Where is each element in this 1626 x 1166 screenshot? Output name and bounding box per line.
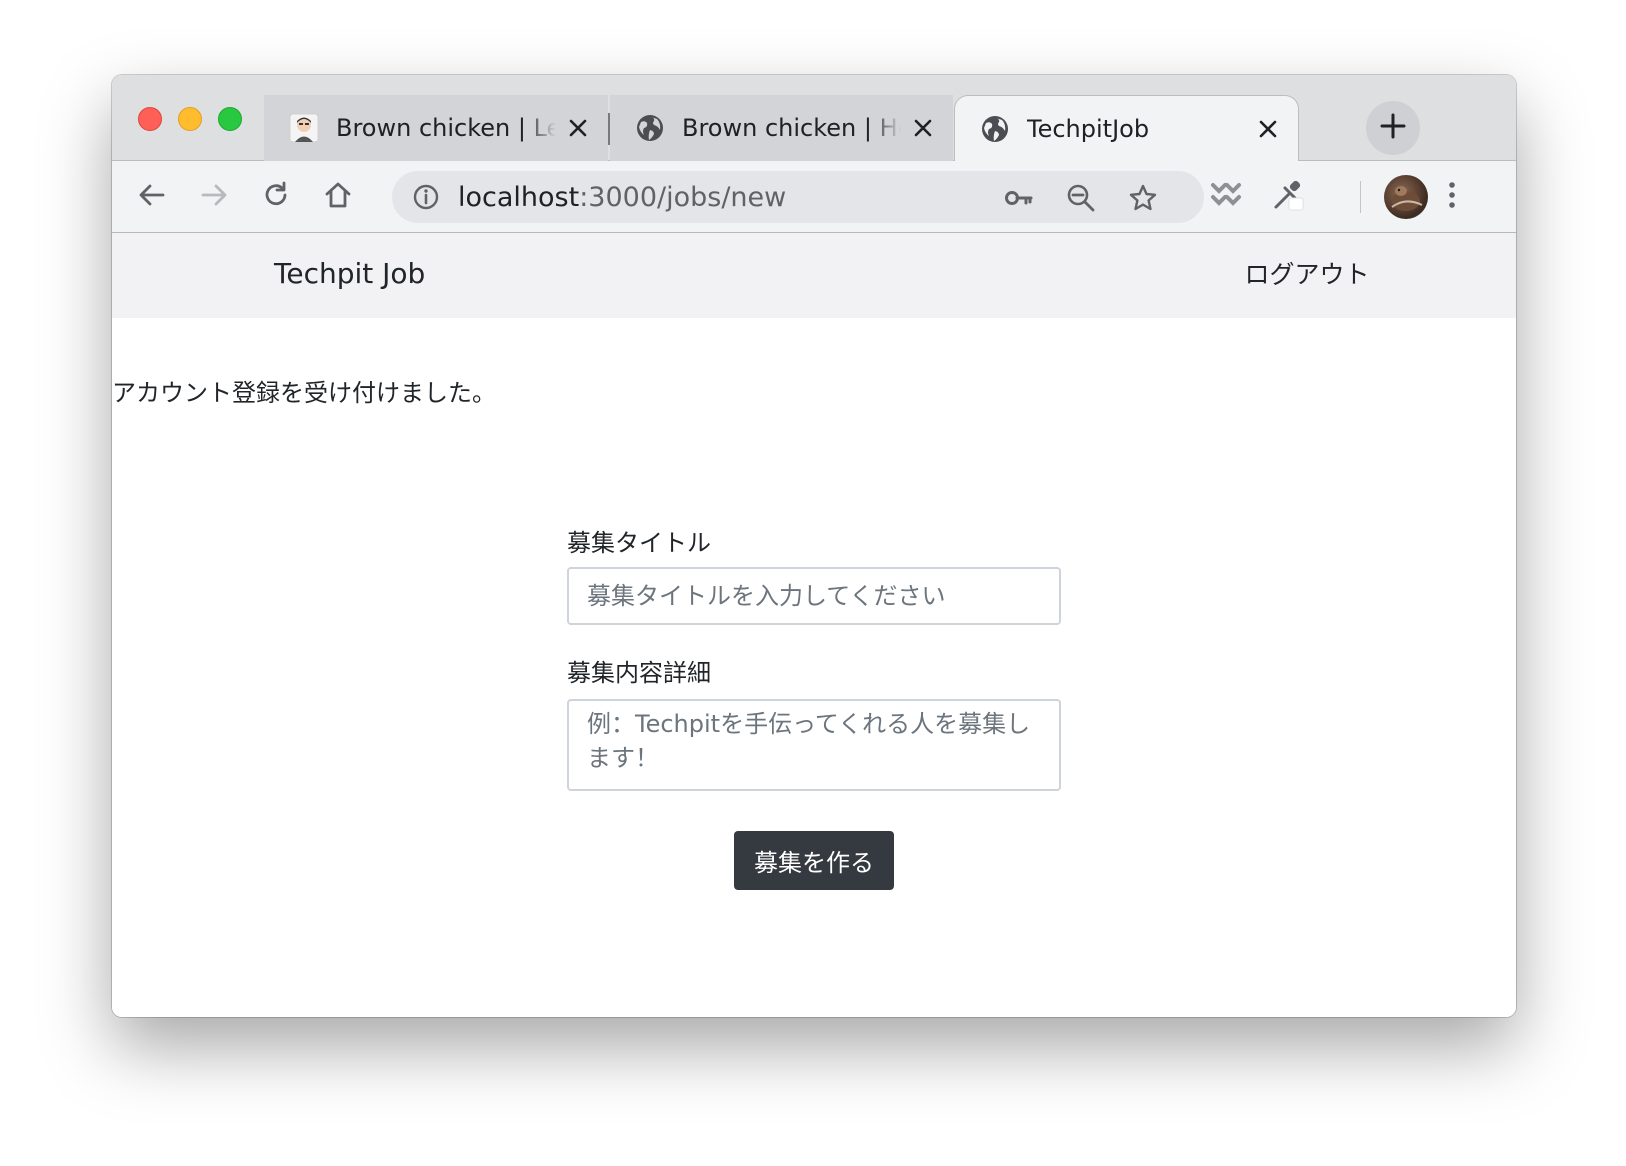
toolbar-divider bbox=[1360, 181, 1361, 213]
url-text[interactable]: localhost:3000/jobs/new bbox=[458, 182, 786, 213]
tab-title: Brown chicken | Learn bbox=[336, 114, 556, 142]
extension-icon bbox=[1210, 181, 1242, 213]
window-minimize-button[interactable] bbox=[178, 107, 202, 131]
detail-form-group: 募集内容詳細 bbox=[567, 653, 1061, 795]
browser-menu-button[interactable] bbox=[1430, 175, 1474, 219]
tab-brown-chicken-learn[interactable]: Brown chicken | Learn bbox=[264, 95, 608, 161]
globe-icon bbox=[979, 113, 1011, 145]
flash-message: アカウント登録を受け付けました。 bbox=[112, 379, 496, 407]
new-job-form: 募集タイトル 募集内容詳細 募集を作る bbox=[567, 523, 1061, 890]
tab-techpitjob[interactable]: TechpitJob bbox=[954, 95, 1299, 162]
forward-arrow-icon bbox=[199, 180, 229, 214]
close-tab-icon[interactable] bbox=[1254, 115, 1282, 143]
create-job-button[interactable]: 募集を作る bbox=[734, 831, 894, 890]
eyedropper-icon bbox=[1271, 178, 1305, 216]
tab-brown-chicken-home[interactable]: Brown chicken | Home bbox=[610, 95, 953, 161]
globe-icon bbox=[634, 112, 666, 144]
extension-button[interactable] bbox=[1204, 175, 1248, 219]
job-detail-label: 募集内容詳細 bbox=[567, 659, 711, 687]
web-page: Techpit Job ログアウト アカウント登録を受け付けました。 募集タイト… bbox=[112, 233, 1516, 1017]
tab-strip: Brown chicken | Learn Brown chicken | Ho… bbox=[112, 75, 1516, 162]
site-brand-link[interactable]: Techpit Job bbox=[274, 257, 425, 290]
reload-button[interactable] bbox=[254, 175, 298, 219]
eyedropper-button[interactable] bbox=[1266, 175, 1310, 219]
close-tab-icon[interactable] bbox=[909, 114, 937, 142]
submit-wrap: 募集を作る bbox=[567, 831, 1061, 890]
back-arrow-icon bbox=[137, 180, 167, 214]
close-tab-icon[interactable] bbox=[564, 114, 592, 142]
logout-link[interactable]: ログアウト bbox=[1232, 255, 1382, 291]
home-button[interactable] bbox=[316, 175, 360, 219]
info-icon[interactable] bbox=[412, 183, 440, 211]
url-path: :3000/jobs/new bbox=[579, 182, 787, 213]
avatar-favicon-icon bbox=[288, 112, 320, 144]
url-host: localhost bbox=[458, 182, 580, 213]
menu-dots-icon bbox=[1447, 180, 1457, 214]
plus-icon bbox=[1380, 113, 1406, 143]
title-form-group: 募集タイトル bbox=[567, 523, 1061, 625]
home-icon bbox=[323, 180, 353, 214]
key-icon[interactable] bbox=[1002, 181, 1036, 215]
tab-title: TechpitJob bbox=[1027, 115, 1150, 143]
site-navbar: Techpit Job ログアウト bbox=[112, 233, 1516, 318]
profile-avatar[interactable] bbox=[1384, 175, 1428, 219]
window-close-button[interactable] bbox=[138, 107, 162, 131]
window-maximize-button[interactable] bbox=[218, 107, 242, 131]
back-button[interactable] bbox=[130, 175, 174, 219]
reload-icon bbox=[261, 180, 291, 214]
browser-window: Brown chicken | Learn Brown chicken | Ho… bbox=[112, 75, 1516, 1017]
tab-title: Brown chicken | Home bbox=[682, 114, 901, 142]
job-title-input[interactable] bbox=[567, 567, 1061, 625]
address-bar[interactable]: localhost:3000/jobs/new bbox=[392, 171, 1204, 223]
zoom-out-icon[interactable] bbox=[1064, 181, 1098, 215]
star-icon[interactable] bbox=[1126, 181, 1160, 215]
forward-button[interactable] bbox=[192, 175, 236, 219]
new-tab-button[interactable] bbox=[1366, 101, 1420, 155]
job-title-label: 募集タイトル bbox=[567, 529, 711, 557]
job-detail-textarea[interactable] bbox=[567, 699, 1061, 791]
browser-toolbar: localhost:3000/jobs/new bbox=[112, 161, 1516, 233]
